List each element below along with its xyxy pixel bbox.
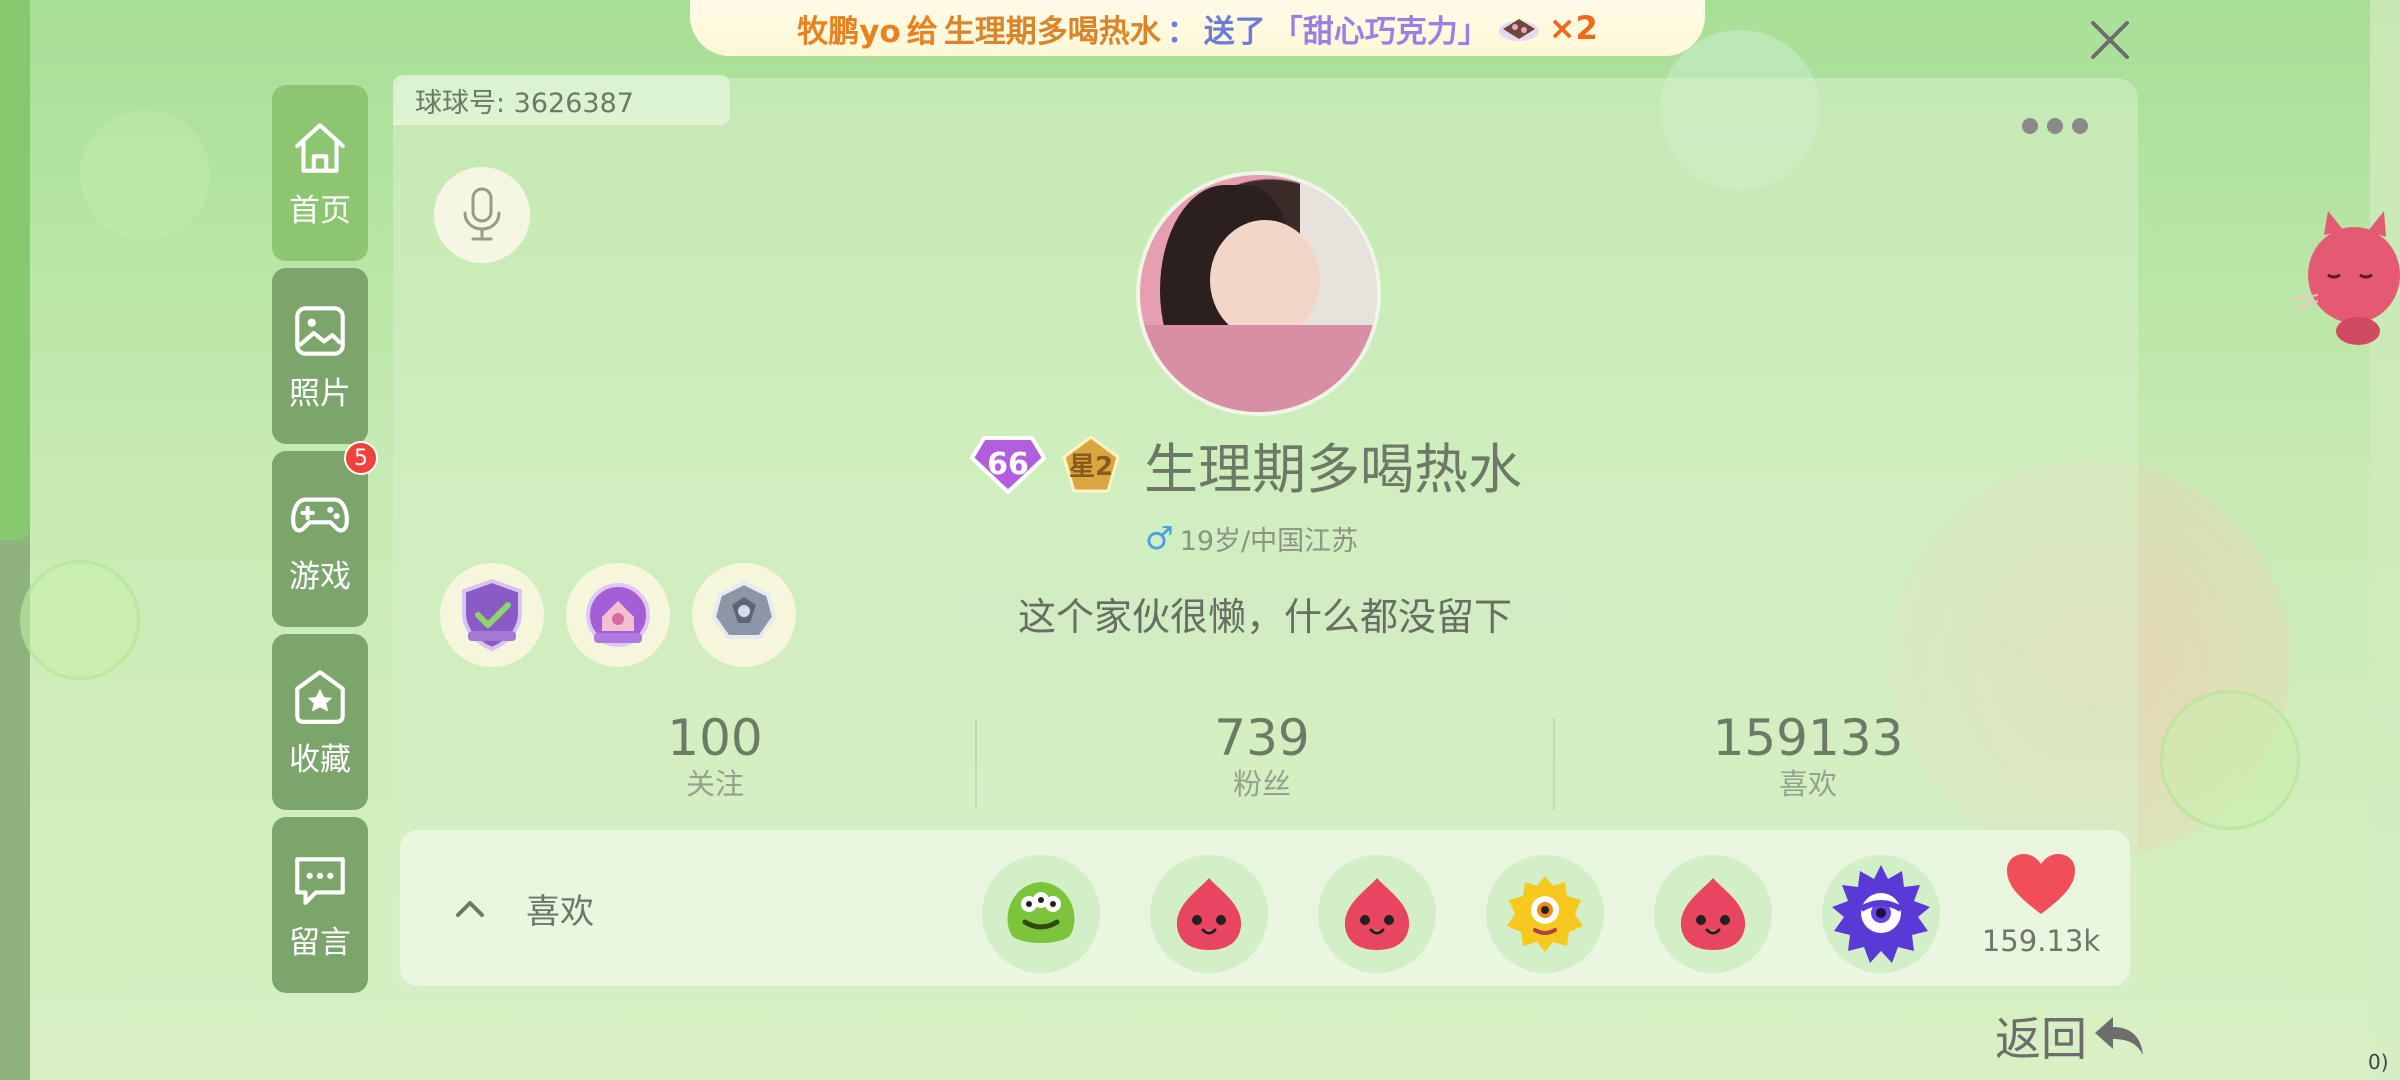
nav-label: 留言: [289, 924, 351, 961]
star-level-badge: 星2: [1060, 433, 1122, 495]
nav-label: 首页: [289, 192, 351, 229]
nav-label: 照片: [289, 375, 351, 412]
divider: [1553, 718, 1555, 810]
medal-item[interactable]: [692, 563, 796, 667]
microphone-button[interactable]: [434, 167, 530, 263]
stat-label: 关注: [685, 767, 744, 801]
stats-row: 100 关注 739 粉丝 159133 喜欢: [410, 710, 2110, 810]
close-icon[interactable]: [2085, 15, 2135, 65]
bokeh-circle: [80, 110, 210, 240]
banner-receiver: 生理期多喝热水: [943, 13, 1161, 50]
banner-sender: 牧鹏yo: [797, 13, 901, 50]
photo-icon: [295, 305, 345, 356]
red-blob-avatar-icon: [1680, 878, 1746, 950]
nav-label: 游戏: [289, 558, 351, 595]
avatar[interactable]: [1136, 171, 1381, 416]
like-count: 159.13k: [1981, 924, 2101, 958]
left-edge-tab: [0, 0, 30, 540]
level-value: 66: [987, 446, 1029, 482]
shield-check-medal-icon: [462, 578, 522, 652]
liker-avatar[interactable]: [1822, 855, 1940, 973]
medal-item[interactable]: [566, 563, 670, 667]
stat-following[interactable]: 100 关注: [515, 710, 915, 802]
chocolate-gift-icon: [1498, 19, 1539, 41]
bokeh-circle: [20, 560, 140, 680]
signature: 这个家伙很懒，什么都没留下: [960, 588, 1570, 639]
liker-avatar[interactable]: [1318, 855, 1436, 973]
like-button[interactable]: 159.13k: [1976, 850, 2106, 958]
name-row: 66 星2 生理期多喝热水: [970, 428, 1522, 501]
level-badge: 66: [970, 432, 1046, 496]
purple-spiky-avatar-icon: [1832, 865, 1930, 963]
banner-action: 送了: [1203, 13, 1266, 50]
corner-text: 0): [2368, 1050, 2389, 1074]
user-info: ♂ 19岁/中国江苏: [1145, 518, 1358, 558]
nav-item-games[interactable]: 游戏 5: [272, 441, 378, 627]
notification-badge: 5: [344, 441, 378, 475]
user-id: 球球号: 3626387: [393, 75, 730, 125]
male-icon: ♂: [1145, 519, 1174, 557]
likes-panel: 喜欢 159.13k: [400, 830, 2130, 986]
back-arrow-icon: [2095, 1017, 2143, 1055]
age-location: 19岁/中国江苏: [1179, 525, 1359, 557]
chevron-up-icon: [456, 900, 484, 917]
star-icon: [295, 669, 345, 724]
home-icon: [295, 122, 345, 173]
likes-label: 喜欢: [526, 892, 594, 932]
nav-item-favorites[interactable]: 收藏: [272, 634, 368, 810]
message-icon: [295, 856, 345, 905]
back-button[interactable]: 返回: [1995, 1003, 2147, 1069]
banner-gift-count: ×2: [1548, 9, 1598, 47]
microphone-icon: [463, 187, 501, 241]
yellow-cyclops-avatar-icon: [1507, 876, 1583, 952]
medal-item[interactable]: [440, 563, 544, 667]
right-edge-strip: [2370, 0, 2400, 1080]
left-edge-strip: [0, 0, 30, 1080]
heart-icon: [2007, 854, 2075, 914]
star-level-value: 星2: [1068, 451, 1114, 482]
liker-avatar[interactable]: [982, 855, 1100, 973]
gift-banner: 牧鹏yo 给 生理期多喝热水 ： 送了 「甜心巧克力」 ×2: [690, 0, 1705, 56]
stat-value: 739: [1214, 709, 1310, 767]
banner-gift-name: 「甜心巧克力」: [1271, 13, 1489, 50]
divider: [975, 718, 977, 810]
nickname: 生理期多喝热水: [1144, 437, 1522, 501]
stat-label: 粉丝: [1232, 767, 1291, 801]
nav-item-photos[interactable]: 照片: [272, 268, 368, 444]
stat-likes[interactable]: 159133 喜欢: [1608, 710, 2008, 802]
more-options-icon[interactable]: [2022, 118, 2088, 134]
pink-cat-decoration-icon: [2293, 211, 2400, 345]
liker-avatar[interactable]: [1486, 855, 1604, 973]
likes-collapse-toggle[interactable]: 喜欢: [450, 884, 594, 933]
stat-value: 100: [667, 709, 763, 767]
liker-avatar[interactable]: [1150, 855, 1268, 973]
gamepad-icon: [291, 496, 349, 532]
banner-colon: ：: [1166, 13, 1198, 50]
liker-avatar[interactable]: [1654, 855, 1772, 973]
nav-label: 收藏: [289, 741, 351, 778]
house-medal-icon: [586, 583, 650, 647]
stat-fans[interactable]: 739 粉丝: [1062, 710, 1462, 802]
stat-value: 159133: [1712, 709, 1904, 767]
back-label: 返回: [1995, 1012, 2087, 1066]
green-monster-avatar-icon: [1007, 882, 1075, 943]
banner-verb: 给: [906, 13, 938, 50]
red-blob-avatar-icon: [1176, 878, 1242, 950]
bokeh-circle: [2160, 690, 2300, 830]
stat-label: 喜欢: [1778, 767, 1837, 801]
nav-item-messages[interactable]: 留言: [272, 817, 368, 993]
nav-item-home[interactable]: 首页: [272, 85, 368, 261]
red-blob-avatar-icon: [1344, 878, 1410, 950]
medal-list: [440, 563, 796, 667]
silver-crest-medal-icon: [711, 580, 777, 639]
